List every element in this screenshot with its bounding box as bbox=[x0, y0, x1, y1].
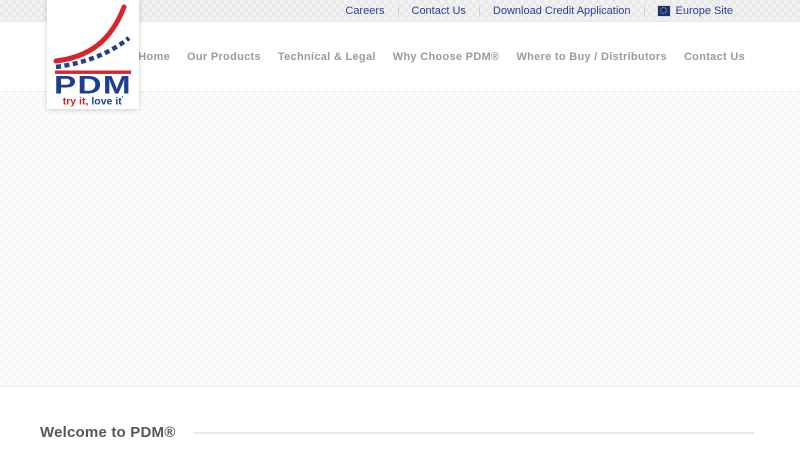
logo-red-curve-icon bbox=[56, 7, 124, 61]
topbar-link-europe-site[interactable]: Europe Site bbox=[663, 0, 746, 22]
europe-flag-stars bbox=[660, 7, 667, 14]
pdm-logo[interactable]: PDM try it,love it' bbox=[47, 0, 139, 109]
nav-item-contact-us[interactable]: Contact Us bbox=[684, 51, 745, 63]
nav-item-our-products[interactable]: Our Products bbox=[187, 51, 261, 63]
nav-item-why-choose-pdm[interactable]: Why Choose PDM® bbox=[393, 51, 500, 63]
logo-tagline-blue: love it bbox=[91, 96, 122, 108]
nav-item-technical-legal[interactable]: Technical & Legal bbox=[278, 51, 376, 63]
heading-rule bbox=[193, 432, 755, 434]
page-title: Welcome to PDM® bbox=[40, 424, 175, 441]
topbar-link-contact-us[interactable]: Contact Us bbox=[399, 0, 479, 22]
topbar-divider bbox=[644, 5, 645, 16]
logo-blue-dashed-curve-icon bbox=[56, 38, 129, 67]
logo-tagline-red: try it, bbox=[63, 96, 89, 108]
europe-flag-icon[interactable] bbox=[658, 6, 670, 16]
topbar-link-careers[interactable]: Careers bbox=[332, 0, 397, 22]
nav-item-where-to-buy[interactable]: Where to Buy / Distributors bbox=[516, 51, 667, 63]
topbar-link-download-credit-application[interactable]: Download Credit Application bbox=[480, 0, 644, 22]
logo-tagline: try it,love it' bbox=[63, 96, 124, 108]
welcome-row: Welcome to PDM® bbox=[40, 424, 755, 441]
nav-item-home[interactable]: Home bbox=[138, 51, 170, 63]
welcome-section: Welcome to PDM® bbox=[0, 388, 800, 450]
hero-content-area bbox=[0, 92, 800, 387]
